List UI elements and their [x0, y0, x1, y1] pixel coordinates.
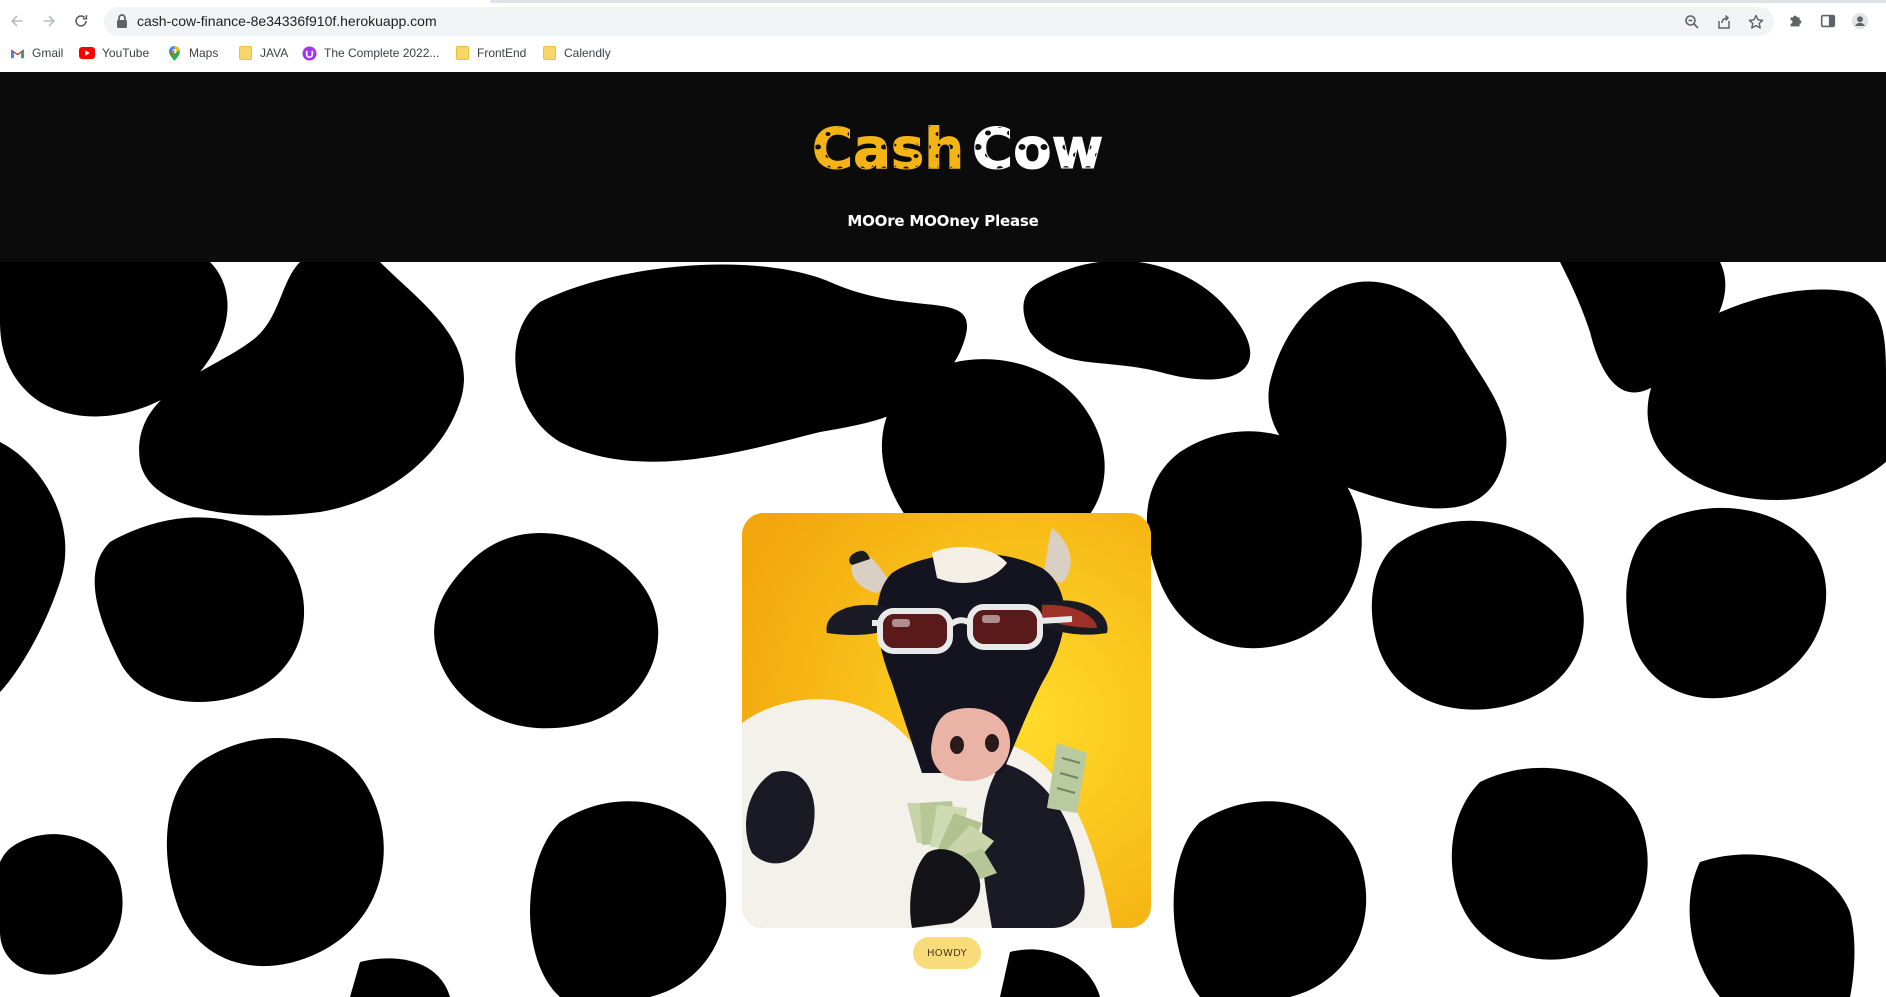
- bookmark-label: Gmail: [32, 46, 64, 60]
- site-header: Cash Cow MOOre MOOney Please: [0, 72, 1886, 262]
- zoom-icon[interactable]: [1682, 12, 1702, 32]
- bookmark-maps[interactable]: Maps: [166, 44, 218, 62]
- bookmark-gmail[interactable]: Gmail: [9, 44, 63, 62]
- bookmarks-bar: Gmail YouTube Maps JAVA The Complete 202…: [0, 40, 1886, 66]
- hero-section: HOWDY: [0, 262, 1886, 997]
- forward-button[interactable]: [35, 7, 63, 35]
- folder-icon: [237, 45, 253, 61]
- side-panel-button[interactable]: [1814, 7, 1842, 35]
- reload-button[interactable]: [67, 7, 95, 35]
- url-text[interactable]: cash-cow-finance-8e34336f910f.herokuapp.…: [137, 13, 437, 29]
- maps-icon: [166, 45, 182, 61]
- address-bar[interactable]: cash-cow-finance-8e34336f910f.herokuapp.…: [104, 7, 1774, 36]
- bookmark-label: JAVA: [260, 46, 289, 60]
- extensions-button[interactable]: [1782, 7, 1810, 35]
- logo-word-text: Cash: [812, 117, 964, 182]
- bookmark-complete-course[interactable]: The Complete 2022...: [301, 44, 439, 62]
- site-logo[interactable]: Cash Cow: [812, 117, 1104, 183]
- course-icon: [301, 45, 317, 61]
- bookmark-label: FrontEnd: [477, 46, 527, 60]
- share-icon[interactable]: [1714, 12, 1734, 32]
- reload-icon: [75, 15, 88, 27]
- hero-cow-image: [742, 513, 1151, 928]
- arrow-right-icon: [43, 15, 56, 27]
- avatar-icon: [1851, 12, 1869, 30]
- profile-button[interactable]: [1846, 7, 1874, 35]
- folder-icon: [541, 45, 557, 61]
- side-panel-icon: [1820, 14, 1836, 28]
- bookmark-label: The Complete 2022...: [324, 46, 440, 60]
- youtube-icon: [79, 45, 95, 61]
- bookmark-java[interactable]: JAVA: [237, 44, 288, 62]
- logo-cow-word: Cow: [972, 117, 1104, 183]
- bookmark-frontend[interactable]: FrontEnd: [454, 44, 526, 62]
- bookmark-star-icon[interactable]: [1746, 12, 1766, 32]
- bookmark-label: Calendly: [564, 46, 611, 60]
- browser-toolbar: cash-cow-finance-8e34336f910f.herokuapp.…: [0, 3, 1886, 39]
- bookmark-youtube[interactable]: YouTube: [79, 44, 149, 62]
- folder-icon: [454, 45, 470, 61]
- howdy-button[interactable]: HOWDY: [913, 937, 981, 969]
- arrow-left-icon: [10, 15, 23, 27]
- logo-word-text: Cow: [972, 117, 1103, 182]
- gmail-icon: [9, 45, 25, 61]
- bookmark-calendly[interactable]: Calendly: [541, 44, 611, 62]
- site-tagline: MOOre MOOney Please: [847, 212, 1039, 230]
- cow-illustration: [742, 513, 1151, 928]
- puzzle-icon: [1790, 15, 1802, 27]
- lock-icon: [117, 14, 127, 28]
- logo-cash-word: Cash: [812, 117, 965, 183]
- bookmark-label: YouTube: [102, 46, 150, 60]
- back-button[interactable]: [3, 7, 31, 35]
- bookmark-label: Maps: [189, 46, 219, 60]
